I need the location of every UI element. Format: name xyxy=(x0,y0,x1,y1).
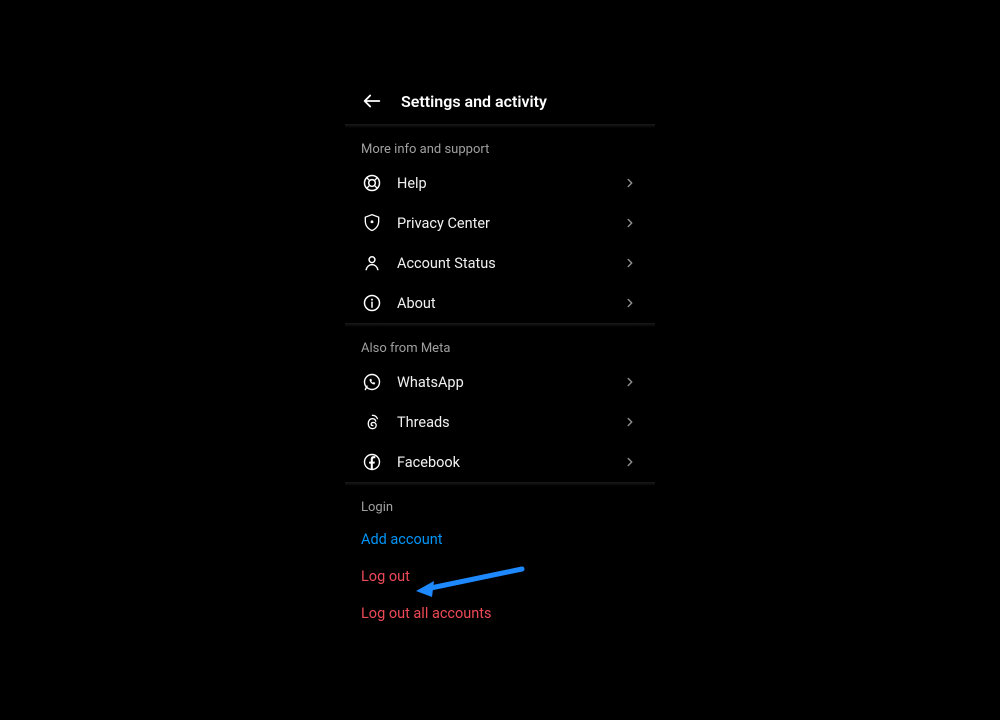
whatsapp-icon xyxy=(361,371,383,393)
back-arrow-icon xyxy=(361,90,383,112)
chevron-right-icon xyxy=(621,373,639,391)
info-icon xyxy=(361,292,383,314)
add-account-link[interactable]: Add account xyxy=(345,521,655,558)
page-title: Settings and activity xyxy=(401,92,547,111)
threads-icon xyxy=(361,411,383,433)
back-button[interactable] xyxy=(361,90,383,112)
log-out-link[interactable]: Log out xyxy=(345,558,655,595)
chevron-right-icon xyxy=(621,214,639,232)
row-about[interactable]: About xyxy=(345,283,655,323)
chevron-right-icon xyxy=(621,254,639,272)
chevron-right-icon xyxy=(621,413,639,431)
row-account-status[interactable]: Account Status xyxy=(345,243,655,283)
row-privacy-center[interactable]: Privacy Center xyxy=(345,203,655,243)
shield-icon xyxy=(361,212,383,234)
row-help[interactable]: Help xyxy=(345,163,655,203)
row-label: Account Status xyxy=(397,255,621,272)
row-label: WhatsApp xyxy=(397,374,621,391)
row-label: Facebook xyxy=(397,454,621,471)
row-label: Threads xyxy=(397,414,621,431)
row-whatsapp[interactable]: WhatsApp xyxy=(345,362,655,402)
section-title-support: More info and support xyxy=(345,128,655,163)
chevron-right-icon xyxy=(621,174,639,192)
page-header: Settings and activity xyxy=(345,80,655,124)
chevron-right-icon xyxy=(621,294,639,312)
section-title-meta: Also from Meta xyxy=(345,327,655,362)
section-title-login: Login xyxy=(345,486,655,521)
row-label: About xyxy=(397,295,621,312)
row-threads[interactable]: Threads xyxy=(345,402,655,442)
facebook-icon xyxy=(361,451,383,473)
row-label: Help xyxy=(397,175,621,192)
help-icon xyxy=(361,172,383,194)
row-facebook[interactable]: Facebook xyxy=(345,442,655,482)
chevron-right-icon xyxy=(621,453,639,471)
settings-panel: Settings and activity More info and supp… xyxy=(345,80,655,632)
person-icon xyxy=(361,252,383,274)
row-label: Privacy Center xyxy=(397,215,621,232)
log-out-all-link[interactable]: Log out all accounts xyxy=(345,595,655,632)
